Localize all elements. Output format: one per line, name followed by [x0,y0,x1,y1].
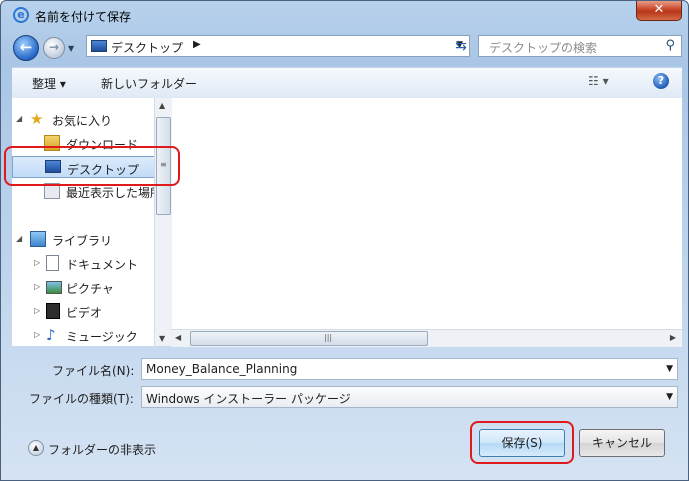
recent-pages-chevron-icon[interactable]: ▼ [68,44,74,53]
window-title: 名前を付けて保存 [35,10,132,24]
sidebar-item-pictures[interactable]: ▷ ピクチャ [12,277,155,297]
hide-folders-button[interactable]: フォルダーの非表示 [48,441,156,458]
filetype-dropdown-icon[interactable]: ▼ [666,392,673,402]
refresh-icon[interactable]: ⇆ [451,36,471,56]
address-bar[interactable]: デスクトップ ▶ ▼ [86,35,470,57]
library-icon [30,231,46,247]
filetype-label: ファイルの種類(T): [29,392,134,406]
sidebar-item-music[interactable]: ▷ ♪ ミュージック [12,325,155,345]
scroll-down-arrow-icon[interactable]: ▼ [159,334,165,343]
sidebar-item-videos[interactable]: ▷ ビデオ [12,301,155,321]
search-box[interactable]: デスクトップの検索 ⚲ [478,35,682,57]
sidebar-item-favorites[interactable]: ◢ ★ お気に入り [12,109,155,129]
expand-arrow-icon[interactable]: ▷ [34,306,40,315]
command-toolbar: 整理 ▾ 新しいフォルダー ☷ ▾ ? [12,67,682,99]
filetype-select[interactable]: Windows インストーラー パッケージ ▼ [141,386,678,408]
back-button[interactable]: ← [13,35,39,61]
internet-explorer-icon: e [13,7,29,23]
desktop-highlight-annotation [4,146,180,186]
sidebar-item-label: お気に入り [52,114,113,128]
navigation-bar: ← → ▼ デスクトップ ▶ ▼ ⇆ デスクトップの検索 ⚲ [1,31,688,65]
organize-button[interactable]: 整理 ▾ [32,75,66,92]
star-icon: ★ [30,110,44,128]
file-list-horizontal-scrollbar[interactable]: ◀ ||| ▶ [171,329,682,347]
chevron-up-icon[interactable]: ▲ [28,440,44,456]
save-as-dialog: e 名前を付けて保存 ✕ ← → ▼ デスクトップ ▶ ▼ ⇆ デスクトップの検… [0,0,689,481]
navigation-pane: ◢ ★ お気に入り ダウンロード デスクトップ 最近表示した場所 ◢ ライブラリ… [12,98,156,346]
sidebar-item-label: ライブラリ [52,234,113,248]
filename-input[interactable]: Money_Balance_Planning ▼ [141,358,678,380]
help-icon[interactable]: ? [653,73,669,89]
documents-icon [46,255,59,271]
sidebar-item-label: ドキュメント [66,258,139,272]
title-bar: e 名前を付けて保存 ✕ [1,1,688,31]
expand-arrow-icon[interactable]: ▷ [34,282,40,291]
filename-value[interactable]: Money_Balance_Planning [146,362,297,376]
horizontal-scroll-thumb[interactable]: ||| [190,331,428,346]
forward-button[interactable]: → [43,37,65,59]
view-options-icon[interactable]: ☷ ▾ [588,74,609,88]
address-breadcrumb[interactable]: デスクトップ [111,39,183,56]
save-highlight-annotation [470,421,574,464]
desktop-icon [91,40,107,52]
sidebar-item-libraries[interactable]: ◢ ライブラリ [12,229,155,249]
search-icon[interactable]: ⚲ [665,38,675,53]
pictures-icon [46,281,62,294]
collapse-arrow-icon[interactable]: ◢ [16,114,22,123]
scroll-up-arrow-icon[interactable]: ▲ [159,101,165,110]
expand-arrow-icon[interactable]: ▷ [34,258,40,267]
collapse-arrow-icon[interactable]: ◢ [16,234,22,243]
filetype-value[interactable]: Windows インストーラー パッケージ [146,390,351,407]
filename-label: ファイル名(N): [52,364,135,378]
sidebar-item-label: ミュージック [66,330,138,344]
filename-dropdown-icon[interactable]: ▼ [666,364,673,374]
sidebar-item-label: ピクチャ [66,282,114,296]
new-folder-button[interactable]: 新しいフォルダー [101,75,197,92]
search-placeholder[interactable]: デスクトップの検索 [489,39,597,56]
scroll-grip-icon: ||| [324,333,333,342]
cancel-button[interactable]: キャンセル [579,429,665,457]
scroll-right-arrow-icon[interactable]: ▶ [670,333,676,342]
sidebar-item-documents[interactable]: ▷ ドキュメント [12,253,155,273]
breadcrumb-chevron-icon[interactable]: ▶ [193,39,201,50]
videos-icon [46,303,60,319]
music-icon: ♪ [46,326,56,344]
nav-pane-vertical-scrollbar[interactable]: ▲ ≡ ▼ [154,98,172,346]
sidebar-item-label: ビデオ [66,306,103,320]
close-button[interactable]: ✕ [636,1,682,21]
sidebar-item-label: 最近表示した場所 [66,186,155,200]
scroll-left-arrow-icon[interactable]: ◀ [175,333,181,342]
expand-arrow-icon[interactable]: ▷ [34,330,40,339]
file-list-area[interactable] [172,98,682,329]
